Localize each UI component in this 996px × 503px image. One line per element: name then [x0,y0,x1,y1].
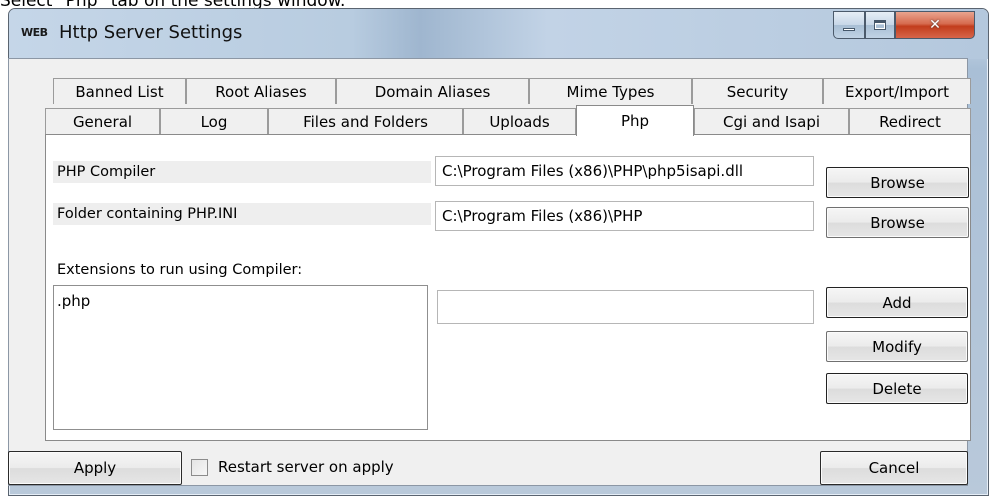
tab-redirect[interactable]: Redirect [849,108,971,134]
tab-files-and-folders[interactable]: Files and Folders [268,108,463,134]
php-ini-folder-label: Folder containing PHP.INI [53,203,431,225]
maximize-icon [874,20,886,30]
list-item[interactable]: .php [57,292,424,310]
delete-button[interactable]: Delete [826,373,968,404]
tab-export-import[interactable]: Export/Import [823,78,971,104]
add-button[interactable]: Add [826,287,968,318]
tab-cgi-and-isapi[interactable]: Cgi and Isapi [694,108,849,134]
restart-server-label: Restart server on apply [218,458,394,476]
minimize-icon [843,27,855,31]
tab-php[interactable]: Php [576,105,694,136]
extensions-label: Extensions to run using Compiler: [57,262,303,278]
close-button[interactable]: ✕ [895,11,975,39]
tab-general[interactable]: General [45,108,160,134]
php-ini-folder-field[interactable]: C:\Program Files (x86)\PHP [435,201,814,231]
modify-button[interactable]: Modify [826,331,968,362]
window-title: Http Server Settings [59,22,243,43]
cancel-button[interactable]: Cancel [820,451,968,485]
title-bar[interactable]: WEB Http Server Settings ✕ [9,9,988,59]
tab-log[interactable]: Log [160,108,268,134]
tab-root-aliases[interactable]: Root Aliases [186,78,336,104]
tab-security[interactable]: Security [692,78,823,104]
tab-domain-aliases[interactable]: Domain Aliases [336,78,529,104]
apply-button[interactable]: Apply [8,451,182,485]
restart-server-checkbox[interactable] [191,459,208,476]
tab-uploads[interactable]: Uploads [463,108,576,134]
php-compiler-label: PHP Compiler [53,161,431,183]
web-app-icon: WEB [21,26,48,39]
minimize-button[interactable] [833,11,865,39]
close-icon: ✕ [929,17,941,33]
tab-banned-list[interactable]: Banned List [53,78,186,104]
browse-ini-folder-button[interactable]: Browse [826,207,969,238]
php-compiler-field[interactable]: C:\Program Files (x86)\PHP\php5isapi.dll [435,156,814,186]
maximize-button[interactable] [865,11,895,39]
tab-mime-types[interactable]: Mime Types [529,78,692,104]
extension-input[interactable] [437,290,814,324]
browse-compiler-button[interactable]: Browse [826,167,969,198]
extensions-list[interactable]: .php [53,285,428,430]
